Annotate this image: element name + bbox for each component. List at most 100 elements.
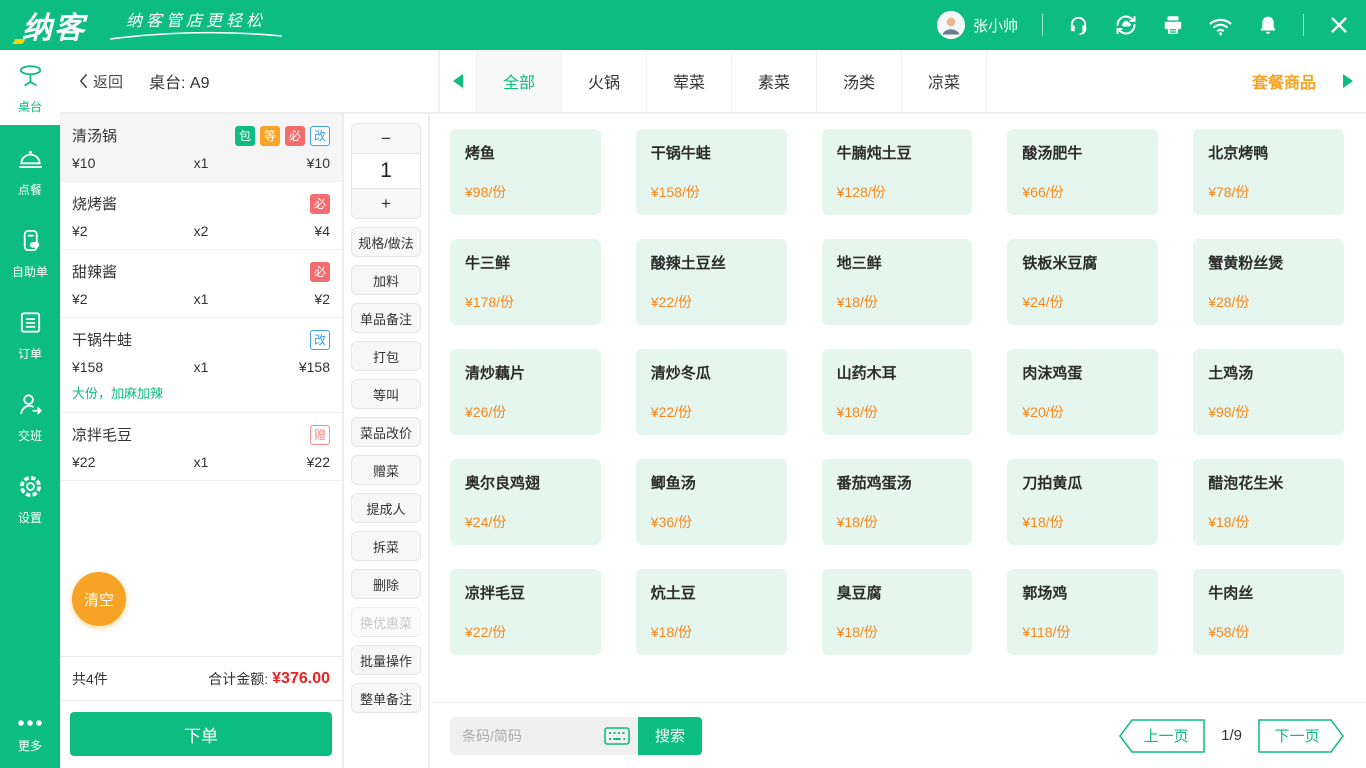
printer-icon[interactable]: [1162, 14, 1184, 36]
search-button[interactable]: 搜索: [638, 716, 703, 755]
order-item-badges: 包 等 必 改: [235, 125, 330, 146]
order-item-name: 凉拌毛豆: [72, 427, 133, 444]
dish-card[interactable]: 肉沫鸡蛋 ¥20/份: [1007, 349, 1159, 435]
dish-card[interactable]: 清炒冬瓜 ¥22/份: [635, 349, 787, 435]
order-item[interactable]: 甜辣酱 必 ¥2 x1 ¥2: [60, 250, 342, 318]
package-badge: 包: [235, 125, 255, 146]
dish-card[interactable]: 番茄鸡蛋汤 ¥18/份: [821, 459, 973, 545]
slogan-underline: [109, 31, 283, 40]
dish-card[interactable]: 奥尔良鸡翅 ¥24/份: [450, 459, 601, 545]
order-remark-button[interactable]: 整单备注: [351, 683, 421, 713]
user-account[interactable]: 张小帅: [936, 11, 1018, 39]
dish-card[interactable]: 烤鱼 ¥98/份: [450, 129, 601, 215]
order-item-qty: x1: [193, 155, 209, 171]
tab-hotpot[interactable]: 火锅: [561, 50, 646, 112]
add-ingredient-button[interactable]: 加料: [351, 265, 421, 295]
topbar-actions: 张小帅: [936, 11, 1350, 39]
tab-cold-dish[interactable]: 凉菜: [901, 50, 986, 112]
category-tabs: 全部 火锅 荤菜 素菜 汤类 凉菜 套餐商品: [440, 50, 1366, 112]
order-item[interactable]: 清汤锅 包 等 必 改 ¥10 x1 ¥10: [60, 114, 342, 182]
notification-bell-icon[interactable]: [1257, 14, 1279, 36]
dish-price: ¥24/份: [1022, 294, 1064, 310]
tab-meat[interactable]: 荤菜: [646, 50, 731, 112]
tab-all[interactable]: 全部: [476, 50, 561, 112]
order-item[interactable]: 烧烤酱 必 ¥2 x2 ¥4: [60, 182, 342, 250]
back-button[interactable]: 返回: [78, 71, 123, 92]
cloud-sync-icon[interactable]: [1114, 13, 1138, 37]
delete-item-button[interactable]: 删除: [351, 569, 421, 599]
dish-card[interactable]: 地三鲜 ¥18/份: [821, 239, 973, 325]
dish-cloche-icon: [17, 145, 44, 177]
clear-order-button[interactable]: 清空: [72, 572, 126, 626]
pagination: 上一页 1/9 下一页: [1119, 718, 1344, 753]
tabs-scroll-left-button[interactable]: [440, 50, 476, 112]
order-item[interactable]: 凉拌毛豆 赠 ¥22 x1 ¥22: [60, 413, 342, 481]
dish-card[interactable]: 臭豆腐 ¥18/份: [821, 569, 973, 655]
dish-card[interactable]: 山药木耳 ¥18/份: [821, 349, 973, 435]
sidebar-item-self-order[interactable]: 自助单: [0, 217, 60, 289]
gift-dish-button[interactable]: 赠菜: [351, 455, 421, 485]
required-badge: 必: [310, 261, 330, 282]
qty-plus-button[interactable]: +: [352, 189, 420, 218]
dish-card[interactable]: 土鸡汤 ¥98/份: [1193, 349, 1344, 435]
item-tools-panel: − 1 + 规格/做法 加料 单品备注 打包 等叫 菜品改价 赠菜 提成人 拆菜…: [344, 114, 430, 768]
barcode-search-input[interactable]: [462, 727, 600, 744]
takeout-pack-button[interactable]: 打包: [351, 341, 421, 371]
tab-soup[interactable]: 汤类: [816, 50, 901, 112]
quantity-stepper: − 1 +: [351, 123, 421, 219]
sidebar-item-order-food[interactable]: 点餐: [0, 135, 60, 207]
modified-badge: 改: [310, 125, 330, 146]
dish-card[interactable]: 刀拍黄瓜 ¥18/份: [1007, 459, 1159, 545]
combo-products-link[interactable]: 套餐商品: [1238, 50, 1330, 112]
dish-card[interactable]: 北京烤鸭 ¥78/份: [1193, 129, 1344, 215]
dish-card[interactable]: 郭场鸡 ¥118/份: [1007, 569, 1159, 655]
item-remark-button[interactable]: 单品备注: [351, 303, 421, 333]
split-dish-button[interactable]: 拆菜: [351, 531, 421, 561]
dish-card[interactable]: 醋泡花生米 ¥18/份: [1193, 459, 1344, 545]
keyboard-icon[interactable]: [604, 726, 630, 745]
sidebar-item-settings[interactable]: 设置: [0, 463, 60, 535]
dish-card[interactable]: 蟹黄粉丝煲 ¥28/份: [1193, 239, 1344, 325]
dish-card[interactable]: 酸辣土豆丝 ¥22/份: [635, 239, 787, 325]
table-icon: [17, 62, 44, 94]
dish-name: 番茄鸡蛋汤: [836, 475, 912, 492]
wifi-icon[interactable]: [1208, 13, 1233, 38]
dish-card[interactable]: 牛肉丝 ¥58/份: [1193, 569, 1344, 655]
dish-price: ¥98/份: [1208, 404, 1250, 420]
batch-operation-button[interactable]: 批量操作: [351, 645, 421, 675]
dish-card[interactable]: 凉拌毛豆 ¥22/份: [450, 569, 601, 655]
dish-name: 酸辣土豆丝: [650, 255, 726, 272]
dish-price: ¥18/份: [836, 294, 878, 310]
dish-card[interactable]: 酸汤肥牛 ¥66/份: [1007, 129, 1159, 215]
wait-call-button[interactable]: 等叫: [351, 379, 421, 409]
order-item-total: ¥2: [314, 291, 330, 307]
tab-vegetable[interactable]: 素菜: [731, 50, 816, 112]
next-page-button[interactable]: 下一页: [1258, 718, 1344, 753]
tabs-scroll-right-button[interactable]: [1330, 50, 1366, 112]
dish-card[interactable]: 牛三鲜 ¥178/份: [450, 239, 601, 325]
sidebar-item-more[interactable]: 更多: [0, 703, 60, 768]
close-icon[interactable]: [1328, 14, 1350, 36]
dish-card[interactable]: 炕土豆 ¥18/份: [635, 569, 787, 655]
dish-price: ¥18/份: [650, 624, 693, 640]
change-price-button[interactable]: 菜品改价: [351, 417, 421, 447]
dish-card[interactable]: 干锅牛蛙 ¥158/份: [635, 129, 787, 215]
dish-card[interactable]: 牛腩炖土豆 ¥128/份: [821, 129, 973, 215]
dish-name: 凉拌毛豆: [465, 585, 526, 602]
dish-card[interactable]: 铁板米豆腐 ¥24/份: [1007, 239, 1159, 325]
order-item[interactable]: 干锅牛蛙 改 ¥158 x1 ¥158 大份，加麻加辣: [60, 318, 342, 413]
sidebar-item-tables[interactable]: 桌台: [0, 50, 60, 125]
dish-card[interactable]: 鲫鱼汤 ¥36/份: [635, 459, 787, 545]
logo-text: 纳客: [22, 3, 86, 47]
commission-person-button[interactable]: 提成人: [351, 493, 421, 523]
sidebar-item-orders[interactable]: 订单: [0, 299, 60, 371]
dish-grid: 烤鱼 ¥98/份 干锅牛蛙 ¥158/份 牛腩炖土豆 ¥128/份 酸汤肥牛 ¥66/份…: [430, 114, 1366, 702]
dish-price: ¥22/份: [650, 404, 693, 420]
customer-service-icon[interactable]: [1067, 14, 1090, 37]
sidebar-item-shift[interactable]: 交班: [0, 381, 60, 453]
prev-page-button[interactable]: 上一页: [1119, 718, 1205, 753]
place-order-button[interactable]: 下单: [70, 712, 332, 756]
dish-card[interactable]: 清炒藕片 ¥26/份: [450, 349, 601, 435]
qty-minus-button[interactable]: −: [352, 124, 420, 153]
spec-method-button[interactable]: 规格/做法: [351, 227, 421, 257]
